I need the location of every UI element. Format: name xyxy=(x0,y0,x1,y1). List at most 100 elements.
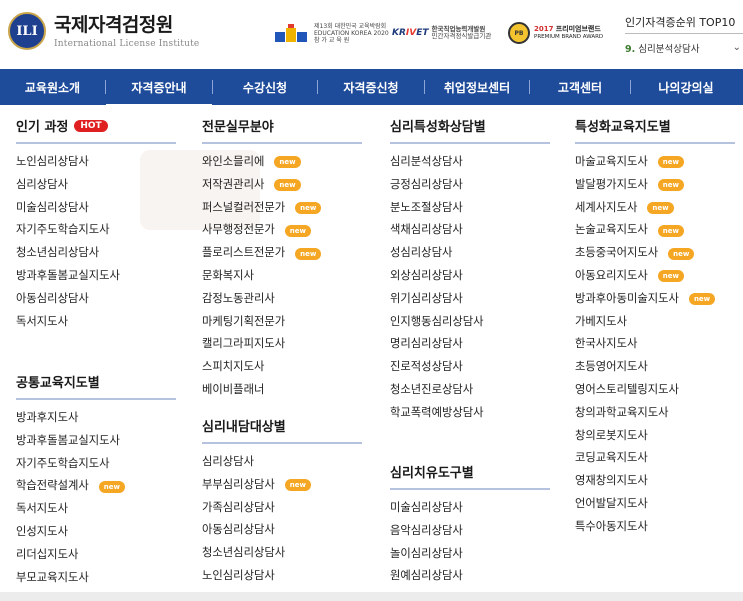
ranking-label: 심리분석상담사 xyxy=(638,44,700,55)
menu-item[interactable]: 특수아동지도사 xyxy=(575,516,735,539)
menu-item[interactable]: 한국사지도사 xyxy=(575,333,735,356)
menu-item[interactable]: 긍정심리상담사 xyxy=(390,174,550,197)
menu-item[interactable]: 창의로봇지도사 xyxy=(575,425,735,448)
chevron-down-icon[interactable]: ⌄ xyxy=(733,42,741,53)
menu-item[interactable]: 아동요리지도사 new xyxy=(575,265,735,288)
menu-item[interactable]: 색채심리상담사 xyxy=(390,219,550,242)
nav-item-my-classroom[interactable]: 나의강의실 xyxy=(631,79,741,96)
menu-item-label: 아동심리상담사 xyxy=(16,291,89,305)
nav-item-customer-center[interactable]: 고객센터 xyxy=(530,79,630,96)
premium-year: 2017 xyxy=(534,25,554,33)
menu-item-label: 심리상담사 xyxy=(202,455,254,468)
menu-item[interactable]: 가족심리상담사 xyxy=(202,497,362,520)
menu-item-label: 독서지도사 xyxy=(16,314,68,328)
menu-item-label: 심리분석상담사 xyxy=(390,155,463,168)
menu-item[interactable]: 가베지도사 xyxy=(575,311,735,334)
menu-item[interactable]: 심리분석상담사 xyxy=(390,151,550,174)
ranking-current[interactable]: 9. 심리분석상담사 xyxy=(625,41,743,55)
menu-item[interactable]: 심리상담사 xyxy=(202,451,362,474)
menu-item-label: 방과후돌봄교실지도사 xyxy=(16,268,120,282)
menu-item[interactable]: 영어스토리텔링지도사 xyxy=(575,379,735,402)
menu-item[interactable]: 마케팅기획전문가 xyxy=(202,311,362,334)
menu-item[interactable]: 분노조절상담사 xyxy=(390,197,550,220)
menu-item-label: 미술심리상담사 xyxy=(16,200,89,214)
award-premium-brand: PB 2017 프리미엄브랜드 PREMIUM BRAND AWARD xyxy=(508,22,603,44)
menu-item-label: 창의과학교육지도사 xyxy=(575,405,669,419)
menu-item[interactable]: 저작권관리사 new xyxy=(202,174,362,197)
category-title-popular-label: 인기 과정 xyxy=(16,120,69,135)
menu-item[interactable]: 명리심리상담사 xyxy=(390,333,550,356)
menu-item[interactable]: 학교폭력예방상담사 xyxy=(390,402,550,425)
menu-item[interactable]: 미술심리상담사 xyxy=(390,497,550,520)
menu-item[interactable]: 방과후아동미술지도사 new xyxy=(575,288,735,311)
menu-item[interactable]: 발달평가지도사 new xyxy=(575,174,735,197)
menu-item[interactable]: 부부심리상담사 new xyxy=(202,474,362,497)
menu-item[interactable]: 원예심리상담사 xyxy=(390,565,550,588)
nav-item-license-apply[interactable]: 자격증신청 xyxy=(318,79,424,96)
menu-item[interactable]: 학습전략설계사 new xyxy=(16,475,176,498)
menu-item[interactable]: 리더십지도사 xyxy=(16,544,176,567)
site-logo[interactable]: ILI 국제자격검정원 International License Instit… xyxy=(8,12,199,50)
menu-item[interactable]: 청소년진로상담사 xyxy=(390,379,550,402)
menu-item[interactable]: 청소년심리상담사 xyxy=(202,542,362,565)
menu-item[interactable]: 자기주도학습지도사 xyxy=(16,453,176,476)
menu-item-label: 한국사지도사 xyxy=(575,337,638,351)
menu-item[interactable]: 초등중국어지도사 new xyxy=(575,242,735,265)
menu-item-label: 언어발달지도사 xyxy=(575,496,648,510)
menu-item-label: 가베지도사 xyxy=(575,314,627,328)
menu-item[interactable]: 마술교육지도사 new xyxy=(575,151,735,174)
menu-item[interactable]: 인성지도사 xyxy=(16,521,176,544)
nav-item-about[interactable]: 교육원소개 xyxy=(0,79,105,96)
menu-item[interactable]: 초등영어지도사 xyxy=(575,356,735,379)
menu-item-label: 감정노동관리사 xyxy=(202,291,275,305)
nav-item-license-info[interactable]: 자격증안내 xyxy=(106,79,212,107)
menu-column-specialized-edu: 특성화교육지도별 마술교육지도사 new 발달평가지도사 new 세계사지도사 new 논술… xyxy=(575,114,735,539)
menu-item[interactable]: 진로적성상담사 xyxy=(390,356,550,379)
menu-item-label: 놀이심리상담사 xyxy=(390,546,463,560)
new-badge: new xyxy=(274,179,301,192)
category-title-counsel-target: 심리내담대상별 xyxy=(202,414,362,444)
menu-item[interactable]: 방과후돌봄교실지도사 xyxy=(16,430,176,453)
menu-item[interactable]: 스피치지도사 xyxy=(202,356,362,379)
menu-item[interactable]: 미술심리상담사 xyxy=(16,197,176,220)
menu-item[interactable]: 영재창의지도사 xyxy=(575,470,735,493)
menu-item[interactable]: 플로리스트전문가 new xyxy=(202,242,362,265)
menu-item[interactable]: 독서지도사 xyxy=(16,498,176,521)
nav-item-job-center[interactable]: 취업정보센터 xyxy=(425,79,529,96)
menu-item[interactable]: 노인심리상담사 xyxy=(202,565,362,588)
menu-item[interactable]: 방과후지도사 xyxy=(16,407,176,430)
menu-item[interactable]: 위기심리상담사 xyxy=(390,288,550,311)
menu-item[interactable]: 노인심리상담사 xyxy=(16,151,176,174)
menu-item[interactable]: 감정노동관리사 xyxy=(202,288,362,311)
menu-item[interactable]: 문화복지사 xyxy=(202,265,362,288)
nav-item-enroll[interactable]: 수강신청 xyxy=(213,79,317,96)
ranking-widget[interactable]: 인기자격증순위 TOP10 9. 심리분석상담사 ⌄ xyxy=(625,14,743,55)
menu-item[interactable]: 세계사지도사 new xyxy=(575,197,735,220)
menu-item[interactable]: 청소년심리상담사 xyxy=(16,242,176,265)
menu-item-label: 청소년진로상담사 xyxy=(390,382,474,396)
category-title-professional: 전문실무분야 xyxy=(202,114,362,144)
menu-item[interactable]: 논술교육지도사 new xyxy=(575,219,735,242)
menu-item[interactable]: 놀이심리상담사 xyxy=(390,543,550,566)
menu-item[interactable]: 성심리상담사 xyxy=(390,242,550,265)
menu-item[interactable]: 음악심리상담사 xyxy=(390,520,550,543)
menu-item-label: 영어스토리텔링지도사 xyxy=(575,382,679,396)
menu-item[interactable]: 언어발달지도사 xyxy=(575,493,735,516)
menu-item[interactable]: 베이비플래너 xyxy=(202,379,362,402)
menu-item[interactable]: 아동심리상담사 xyxy=(16,288,176,311)
menu-item[interactable]: 심리상담사 xyxy=(16,174,176,197)
menu-item[interactable]: 방과후돌봄교실지도사 xyxy=(16,265,176,288)
menu-item[interactable]: 자기주도학습지도사 xyxy=(16,219,176,242)
menu-item[interactable]: 독서지도사 xyxy=(16,311,176,334)
menu-item[interactable]: 창의과학교육지도사 xyxy=(575,402,735,425)
menu-item[interactable]: 와인소믈리에 new xyxy=(202,151,362,174)
menu-item[interactable]: 퍼스널컬러전문가 new xyxy=(202,197,362,220)
menu-item[interactable]: 캘리그라피지도사 xyxy=(202,333,362,356)
menu-item[interactable]: 코딩교육지도사 xyxy=(575,447,735,470)
menu-item[interactable]: 사무행정전문가 new xyxy=(202,219,362,242)
menu-item[interactable]: 부모교육지도사 xyxy=(16,567,176,590)
menu-item[interactable]: 인지행동심리상담사 xyxy=(390,311,550,334)
menu-column-counsel-target: 심리내담대상별 심리상담사부부심리상담사 new 가족심리상담사 아동심리상담사 청소년… xyxy=(202,414,362,588)
menu-item[interactable]: 외상심리상담사 xyxy=(390,265,550,288)
menu-item[interactable]: 아동심리상담사 xyxy=(202,519,362,542)
